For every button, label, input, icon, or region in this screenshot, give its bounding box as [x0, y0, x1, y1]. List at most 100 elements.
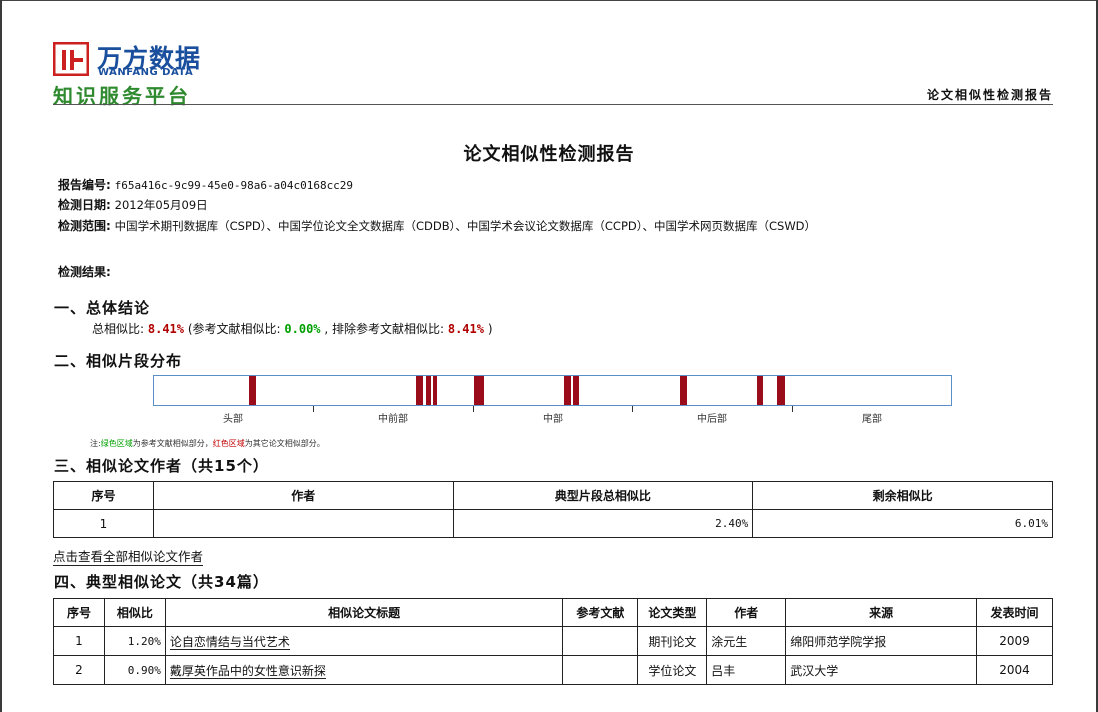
report-scope-label: 检测范围: — [58, 219, 111, 233]
authors-table: 序号 作者 典型片段总相似比 剩余相似比 1 2.40% 6.01% — [53, 481, 1053, 538]
paper-type: 期刊论文 — [637, 626, 708, 656]
result-label: 检测结果: — [58, 265, 111, 279]
papers-table: 序号 相似比 相似论文标题 参考文献 论文类型 作者 来源 发表时间 1 1.2… — [53, 598, 1053, 685]
paper-year: 2004 — [976, 655, 1053, 685]
papers-col-title: 相似论文标题 — [164, 598, 564, 627]
author-row-typical: 2.40% — [452, 509, 754, 538]
axis-label: 中后部 — [697, 414, 727, 425]
section-authors-title: 三、相似论文作者（共15个） — [54, 457, 269, 475]
paper-author: 吕丰 — [706, 655, 787, 685]
report-date-row: 检测日期: 2012年05月09日 — [58, 196, 208, 213]
authors-col-author: 作者 — [152, 481, 454, 510]
similarity-distribution-bar — [153, 375, 952, 406]
papers-col-author: 作者 — [706, 598, 787, 627]
excl-ratio-value: 8.41% — [447, 322, 484, 336]
distribution-note: 注:绿色区域为参考文献相似部分，红色区域为其它论文相似部分。 — [90, 438, 325, 449]
similar-segment-6 — [564, 376, 571, 405]
header-divider — [53, 104, 1053, 105]
table-row: 2 0.90% 戴厚英作品中的女性意识新探 学位论文 吕丰 武汉大学 2004 — [53, 655, 1053, 685]
note-green: 绿色区域 — [100, 439, 133, 448]
papers-col-year: 发表时间 — [976, 598, 1053, 627]
similar-segment-3 — [426, 376, 431, 405]
axis-label: 头部 — [223, 414, 243, 425]
axis-label: 中前部 — [378, 414, 408, 425]
paper-type: 学位论文 — [637, 655, 708, 685]
view-all-authors-link[interactable]: 点击查看全部相似论文作者 — [53, 549, 204, 566]
similar-segment-8 — [680, 376, 687, 405]
report-date-value: 2012年05月09日 — [114, 198, 208, 212]
authors-header-row: 序号 作者 典型片段总相似比 剩余相似比 — [53, 481, 1053, 510]
total-ratio-value: 8.41% — [147, 322, 184, 336]
report-scope-value: 中国学术期刊数据库（CSPD）、中国学位论文全文数据库（CDDB）、中国学术会议… — [114, 219, 817, 233]
author-row-name — [152, 509, 454, 538]
summary-line: 总相似比: 8.41% (参考文献相似比: 0.00% , 排除参考文献相似比:… — [92, 320, 493, 337]
paper-author: 涂元生 — [706, 626, 787, 656]
authors-col-no: 序号 — [53, 481, 154, 510]
authors-col-typical: 典型片段总相似比 — [452, 481, 754, 510]
similar-segment-10 — [777, 376, 785, 405]
authors-col-remaining: 剩余相似比 — [752, 481, 1053, 510]
table-row: 1 2.40% 6.01% — [53, 509, 1053, 538]
paper-title-link[interactable]: 论自恋情结与当代艺术 — [169, 634, 290, 650]
document-title: 论文相似性检测报告 — [463, 144, 635, 165]
papers-col-type: 论文类型 — [637, 598, 708, 627]
similar-segment-1 — [249, 376, 256, 405]
similar-segment-9 — [757, 376, 763, 405]
paper-title-link[interactable]: 戴厚英作品中的女性意识新探 — [169, 663, 326, 679]
papers-header-row: 序号 相似比 相似论文标题 参考文献 论文类型 作者 来源 发表时间 — [53, 598, 1053, 627]
axis-label: 中部 — [543, 414, 563, 425]
note-mid: 为参考文献相似部分， — [132, 439, 213, 448]
paper-ref — [562, 626, 639, 656]
author-row-remaining: 6.01% — [752, 509, 1053, 538]
paper-ratio: 1.20% — [103, 626, 166, 656]
papers-col-no: 序号 — [53, 598, 105, 627]
total-ratio-label: 总相似比: — [92, 322, 145, 336]
similar-segment-7 — [573, 376, 579, 405]
paper-source: 绵阳师范学院学报 — [785, 626, 977, 656]
window-left-border — [0, 0, 2, 712]
report-scope-row: 检测范围: 中国学术期刊数据库（CSPD）、中国学位论文全文数据库（CDDB）、… — [58, 217, 816, 234]
axis-tick — [792, 406, 793, 412]
section-distribution-title: 二、相似片段分布 — [54, 352, 183, 370]
table-row: 1 1.20% 论自恋情结与当代艺术 期刊论文 涂元生 绵阳师范学院学报 200… — [53, 626, 1053, 656]
axis-tick — [473, 406, 474, 412]
result-row: 检测结果: — [58, 263, 111, 280]
paper-ref — [562, 655, 639, 685]
papers-col-source: 来源 — [785, 598, 977, 627]
note-red: 红色区域 — [212, 439, 245, 448]
ref-ratio-value: 0.00% — [284, 322, 321, 336]
paper-year: 2009 — [976, 626, 1053, 656]
logo-name-en: WANFANG DATA — [98, 67, 194, 78]
report-id-label: 报告编号: — [58, 178, 111, 192]
report-date-label: 检测日期: — [58, 198, 111, 212]
similar-segment-5 — [474, 376, 484, 405]
paper-title-cell: 戴厚英作品中的女性意识新探 — [164, 655, 564, 685]
paper-no: 1 — [53, 626, 105, 656]
paper-ratio: 0.90% — [103, 655, 166, 685]
report-id-row: 报告编号: f65a416c-9c99-45e0-98a6-a04c0168cc… — [58, 176, 353, 193]
header-report-title: 论文相似性检测报告 — [926, 88, 1053, 102]
author-row-no: 1 — [53, 509, 154, 538]
paper-title-cell: 论自恋情结与当代艺术 — [164, 626, 564, 656]
excl-ratio-label: , 排除参考文献相似比: — [324, 322, 445, 336]
ref-ratio-label: (参考文献相似比: — [187, 322, 281, 336]
note-prefix: 注: — [90, 439, 101, 448]
paper-no: 2 — [53, 655, 105, 685]
window-top-border — [0, 0, 1098, 1]
axis-tick — [632, 406, 633, 412]
papers-col-ref: 参考文献 — [562, 598, 639, 627]
report-id-value: f65a416c-9c99-45e0-98a6-a04c0168cc29 — [114, 179, 354, 192]
section-papers-title: 四、典型相似论文（共34篇） — [54, 573, 269, 591]
paper-source: 武汉大学 — [785, 655, 977, 685]
summary-close: ) — [487, 322, 493, 336]
distribution-axis: 头部 中前部 中部 中后部 尾部 — [153, 406, 952, 426]
section-summary-title: 一、总体结论 — [54, 299, 151, 317]
wanfang-logo: 万方数据 WANFANG DATA 知识服务平台 — [53, 42, 213, 108]
similar-segment-4 — [433, 376, 437, 405]
wanfang-logo-mark-icon — [53, 42, 89, 76]
similar-segment-2 — [416, 376, 423, 405]
axis-label: 尾部 — [862, 414, 882, 425]
axis-tick — [313, 406, 314, 412]
papers-col-ratio: 相似比 — [103, 598, 166, 627]
note-suffix: 为其它论文相似部分。 — [244, 439, 325, 448]
